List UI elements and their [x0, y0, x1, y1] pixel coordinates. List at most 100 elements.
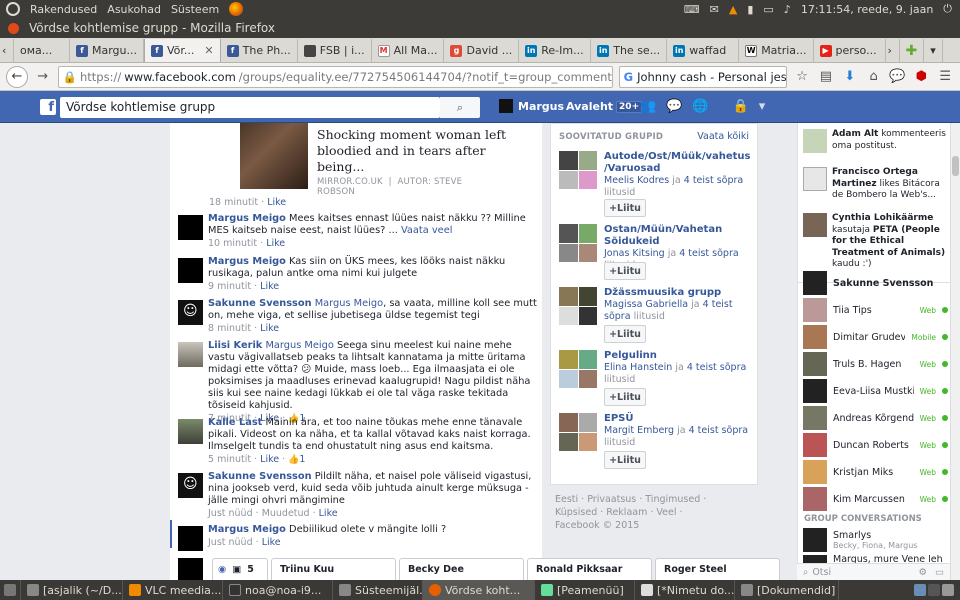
- profile-link[interactable]: Margus: [499, 99, 564, 113]
- avatar[interactable]: [178, 558, 203, 580]
- like-link[interactable]: Like: [260, 281, 279, 292]
- browser-tab[interactable]: in Re-Im...: [519, 39, 592, 62]
- tab-scroll-right[interactable]: ›: [886, 39, 900, 62]
- group-title[interactable]: Pelgulinn: [604, 350, 754, 362]
- avatar[interactable]: [178, 300, 203, 325]
- battery-icon[interactable]: ▭: [763, 3, 773, 16]
- taskbar-window-active[interactable]: Võrdse koht...: [423, 580, 535, 600]
- chat-icon[interactable]: 💬: [889, 69, 907, 84]
- url-field[interactable]: 🔒 https://www.facebook.com/groups/equali…: [57, 65, 613, 88]
- like-count[interactable]: 1: [299, 454, 305, 465]
- browser-tab[interactable]: ома...: [14, 39, 70, 62]
- taskbar-window[interactable]: [*Nimetu do...: [635, 580, 735, 600]
- group-member-photos[interactable]: [559, 151, 597, 189]
- friends-count[interactable]: 4 teist sõpra: [687, 362, 747, 373]
- chat-contact[interactable]: Kristjan Miks Web: [803, 460, 948, 484]
- browser-tab[interactable]: W Matria...: [739, 39, 814, 62]
- back-button[interactable]: ←: [6, 65, 28, 88]
- comment-author[interactable]: Margus Meigo: [208, 213, 286, 224]
- browser-tab[interactable]: f The Ph...: [221, 39, 298, 62]
- shared-link-attachment[interactable]: Shocking moment woman left bloodied and …: [240, 123, 506, 197]
- browser-tab[interactable]: FSB | i...: [298, 39, 372, 62]
- comment-mention[interactable]: Margus Meigo: [315, 298, 383, 309]
- edited-label[interactable]: Muudetud: [262, 508, 310, 519]
- comment-author[interactable]: Kalle Last: [208, 417, 262, 428]
- mail-icon[interactable]: ✉: [710, 3, 719, 16]
- member-name[interactable]: Jonas Kitsing: [604, 248, 665, 259]
- chat-contact[interactable]: Sakunne Svensson: [803, 271, 948, 295]
- comment-time[interactable]: 9 minutit: [208, 281, 251, 292]
- chat-settings-icon[interactable]: ⚙: [918, 567, 927, 578]
- avatar[interactable]: [178, 215, 203, 240]
- chat-search-input[interactable]: ⌕ Otsi ⚙ ▭: [797, 563, 950, 580]
- comment-time[interactable]: 10 minutit: [208, 238, 257, 249]
- comment-time[interactable]: Just nüüd: [208, 508, 253, 519]
- reading-list-icon[interactable]: ▤: [817, 69, 835, 84]
- member-name[interactable]: Meelis Kodres: [604, 175, 669, 186]
- member-name[interactable]: Margit Emberg: [604, 425, 674, 436]
- taskbar-window[interactable]: [asjalik (~/D...: [21, 580, 123, 600]
- menu-places[interactable]: Asukohad: [107, 3, 161, 16]
- avatar[interactable]: [178, 342, 203, 367]
- article-thumbnail[interactable]: [240, 123, 308, 189]
- friends-count[interactable]: 4 teist sõpra: [679, 248, 739, 259]
- privacy-shortcuts-icon[interactable]: 🔒: [733, 99, 749, 114]
- ticker-item[interactable]: Adam Alt kommenteeris oma postitust.: [803, 129, 949, 153]
- chat-contact[interactable]: Eeva-Liisa Mustkivi Web: [803, 379, 948, 403]
- browser-tab[interactable]: in waffad: [667, 39, 740, 62]
- taskbar-window[interactable]: Süsteemijäl...: [333, 580, 423, 600]
- join-group-button[interactable]: + Liitu: [604, 325, 646, 343]
- forward-button[interactable]: →: [34, 69, 52, 84]
- network-icon[interactable]: ▮: [747, 3, 753, 16]
- see-all-link[interactable]: Vaata kõiki: [697, 131, 749, 142]
- browser-tab[interactable]: in The se...: [591, 39, 668, 62]
- scrollbar-thumb[interactable]: [952, 156, 959, 176]
- article-headline[interactable]: Shocking moment woman left bloodied and …: [317, 127, 507, 175]
- chat-sidebar-toggle-icon[interactable]: ▭: [935, 567, 944, 578]
- chat-contact[interactable]: Dimitar Grudev Mobile: [803, 325, 948, 349]
- tab-scroll-left[interactable]: ‹: [0, 39, 14, 62]
- like-link[interactable]: Like: [260, 454, 279, 465]
- close-tab-icon[interactable]: ✕: [204, 44, 213, 57]
- chat-contact[interactable]: Truls B. Hagen Web: [803, 352, 948, 376]
- join-group-button[interactable]: + Liitu: [604, 199, 646, 217]
- web-search-field[interactable]: G Johnny cash - Personal jesus: [618, 65, 788, 88]
- menu-applications[interactable]: Rakendused: [30, 3, 97, 16]
- like-link[interactable]: Like: [266, 238, 285, 249]
- comment-author[interactable]: Sakunne Svensson: [208, 298, 312, 309]
- taskbar-window[interactable]: [Peamenüü]: [535, 580, 635, 600]
- ticker-item[interactable]: Francisco Ortega Martinez likes Bitácora…: [803, 167, 949, 202]
- keyboard-icon[interactable]: ⌨: [684, 3, 700, 16]
- page-scrollbar[interactable]: [950, 123, 960, 580]
- browser-tab[interactable]: ▶ perso...: [814, 39, 886, 62]
- chat-contact[interactable]: Duncan Roberts Web: [803, 433, 948, 457]
- chat-contact[interactable]: Kim Marcussen Web: [803, 487, 948, 511]
- list-tabs-button[interactable]: ▾: [924, 39, 943, 62]
- comment-author[interactable]: Sakunne Svensson: [208, 471, 312, 482]
- chat-contact[interactable]: Tiia Tips Web: [803, 298, 948, 322]
- like-link[interactable]: Like: [260, 323, 279, 334]
- comment-time[interactable]: 8 minutit: [208, 323, 251, 334]
- friend-requests-icon[interactable]: 👥: [640, 99, 656, 114]
- group-member-photos[interactable]: [559, 224, 597, 262]
- home-icon[interactable]: ⌂: [865, 69, 883, 84]
- join-group-button[interactable]: + Liitu: [604, 451, 646, 469]
- group-conversation[interactable]: Smarlys Becky, Fiona, Margus: [803, 527, 948, 553]
- chat-tab[interactable]: Triinu Kuu: [271, 558, 396, 580]
- avatar[interactable]: [178, 526, 203, 551]
- download-icon[interactable]: ⬇: [841, 69, 859, 84]
- trash-icon[interactable]: [942, 584, 954, 596]
- friends-count[interactable]: 4 teist sõpra: [689, 425, 749, 436]
- ubuntu-logo-icon[interactable]: [6, 2, 20, 16]
- group-member-photos[interactable]: [559, 413, 597, 451]
- comment-mention[interactable]: Margus Meigo: [265, 340, 333, 351]
- ticker-item[interactable]: Cynthia Lohikäärme kasutaja PETA (People…: [803, 213, 949, 271]
- comment-author[interactable]: Margus Meigo: [208, 524, 286, 535]
- avatar[interactable]: [178, 258, 203, 283]
- join-group-button[interactable]: + Liitu: [604, 262, 646, 280]
- menu-system[interactable]: Süsteem: [171, 3, 219, 16]
- avatar[interactable]: [178, 419, 203, 444]
- bookmark-star-icon[interactable]: ☆: [793, 69, 811, 84]
- comment-author[interactable]: Margus Meigo: [208, 256, 286, 267]
- taskbar-window[interactable]: [Dokumendid]: [735, 580, 839, 600]
